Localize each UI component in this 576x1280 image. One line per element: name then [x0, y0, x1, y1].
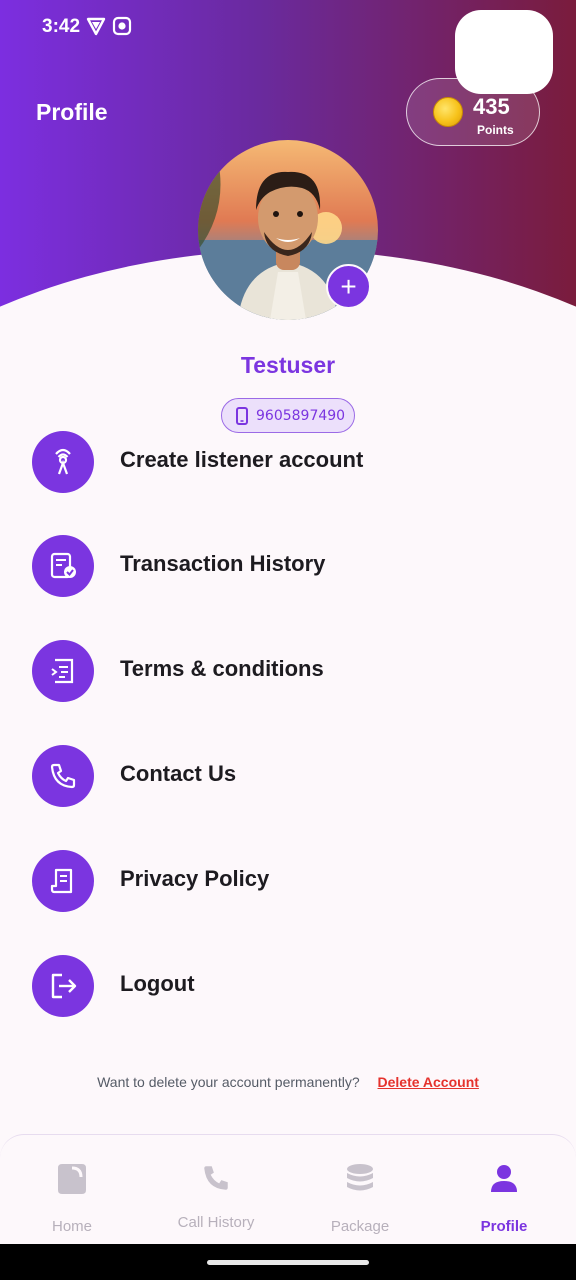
nav-label: Package — [330, 1218, 390, 1235]
menu-item-terms[interactable]: Terms & conditions — [32, 640, 552, 702]
menu-item-logout[interactable]: Logout — [32, 955, 552, 1017]
terms-icon — [32, 640, 94, 702]
menu-item-label: Terms & conditions — [120, 656, 324, 681]
points-value: 435 — [473, 94, 510, 119]
nav-item-home[interactable]: Home — [0, 1134, 144, 1244]
nav-label: Call History — [177, 1214, 255, 1231]
delete-account-row: Want to delete your account permanently?… — [0, 1074, 576, 1090]
home-indicator[interactable] — [207, 1260, 369, 1265]
menu-item-label: Create listener account — [120, 447, 364, 472]
status-time: 3:42 — [42, 16, 81, 37]
menu-item-transaction-history[interactable]: Transaction History — [32, 535, 552, 597]
mobile-phone-icon — [236, 407, 248, 425]
listener-icon — [32, 431, 94, 493]
coin-icon — [433, 97, 463, 127]
phone-icon — [32, 745, 94, 807]
menu-item-label: Contact Us — [120, 761, 237, 786]
vpn-icon — [86, 17, 106, 36]
nav-item-profile[interactable]: Profile — [432, 1134, 576, 1244]
nav-active-indicator — [455, 10, 553, 94]
page-title: Profile — [36, 99, 108, 125]
person-icon — [491, 1165, 517, 1192]
points-label: Points — [477, 123, 514, 137]
database-icon — [347, 1164, 373, 1191]
home-icon — [58, 1164, 86, 1194]
menu-item-label: Logout — [120, 971, 195, 996]
menu-item-label: Privacy Policy — [120, 866, 270, 891]
logout-icon — [32, 955, 94, 1017]
phone-badge: 9605897490 — [221, 398, 355, 433]
delete-account-prompt: Want to delete your account permanently? — [97, 1074, 360, 1090]
menu-item-privacy-policy[interactable]: Privacy Policy — [32, 850, 552, 912]
nav-item-package[interactable]: Package — [288, 1134, 432, 1244]
nav-label-active: Profile — [480, 1218, 528, 1235]
phone-icon — [204, 1166, 228, 1190]
phone-number: 9605897490 — [256, 408, 346, 424]
user-name: Testuser — [240, 352, 336, 378]
add-photo-button[interactable]: + — [326, 264, 371, 309]
app-notification-icon — [112, 16, 132, 36]
delete-account-link[interactable]: Delete Account — [378, 1074, 479, 1090]
nav-label: Home — [51, 1218, 92, 1235]
nav-item-call-history[interactable]: Call History — [144, 1134, 288, 1244]
document-icon — [32, 850, 94, 912]
menu-item-contact-us[interactable]: Contact Us — [32, 745, 552, 807]
transaction-icon — [32, 535, 94, 597]
menu-item-create-listener[interactable]: Create listener account — [32, 431, 552, 493]
menu-item-label: Transaction History — [120, 551, 326, 576]
